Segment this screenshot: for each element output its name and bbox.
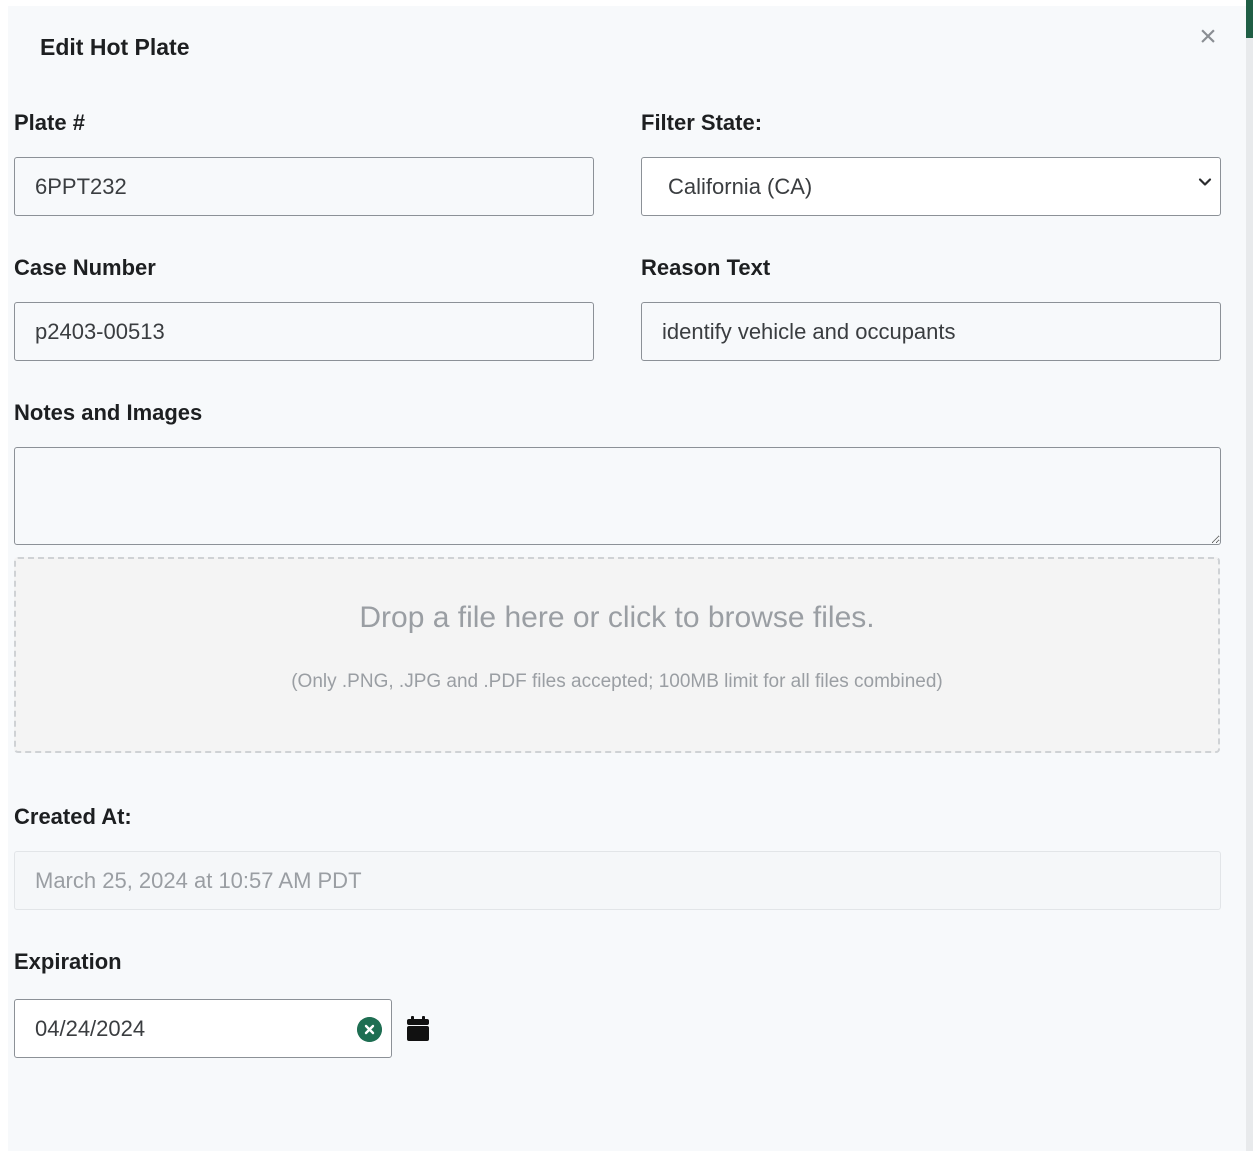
created-at-label: Created At: <box>14 804 132 829</box>
dialog-title: Edit Hot Plate <box>40 34 190 60</box>
case-number-label: Case Number <box>14 255 156 280</box>
case-number-input[interactable] <box>14 302 594 361</box>
plate-label: Plate # <box>14 110 85 135</box>
chevron-down-icon <box>1198 178 1212 186</box>
notes-textarea[interactable] <box>14 447 1221 545</box>
plate-input[interactable] <box>14 157 594 216</box>
reason-text-input[interactable] <box>641 302 1221 361</box>
filter-state-value: California (CA) <box>668 174 813 199</box>
expiration-label: Expiration <box>14 949 122 974</box>
created-at-field: March 25, 2024 at 10:57 AM PDT <box>14 851 1221 910</box>
filter-state-select[interactable]: California (CA) <box>641 157 1221 216</box>
clear-icon[interactable] <box>357 1017 382 1042</box>
dropzone-sub-text: (Only .PNG, .JPG and .PDF files accepted… <box>291 671 943 692</box>
edit-hot-plate-dialog: Edit Hot Plate × Plate # Filter State: C… <box>8 6 1246 1151</box>
reason-text-label: Reason Text <box>641 255 771 280</box>
background-page-edge <box>1246 0 1253 1151</box>
background-accent-strip <box>1246 0 1253 38</box>
dropzone-main-text: Drop a file here or click to browse file… <box>359 601 875 634</box>
notes-label: Notes and Images <box>14 400 203 425</box>
filter-state-label: Filter State: <box>641 110 763 135</box>
expiration-input[interactable] <box>14 999 392 1058</box>
file-dropzone[interactable]: Drop a file here or click to browse file… <box>14 557 1220 753</box>
calendar-icon[interactable] <box>406 1016 430 1042</box>
close-icon[interactable]: × <box>1194 22 1222 52</box>
